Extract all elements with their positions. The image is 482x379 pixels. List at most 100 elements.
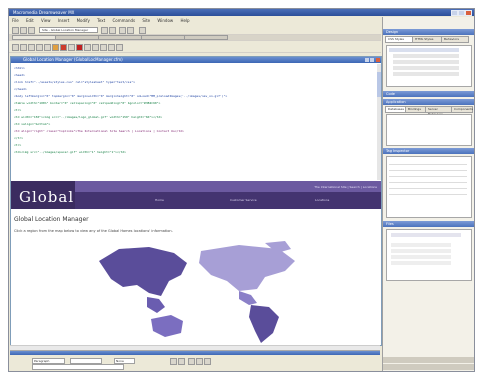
code-panel-title[interactable]: Code [383, 91, 474, 97]
flash-icon[interactable] [76, 44, 83, 51]
table-icon[interactable] [36, 44, 43, 51]
tag-inspector-panel-title[interactable]: Tag Inspector [383, 148, 474, 154]
menu-insert[interactable]: Insert [58, 18, 69, 23]
rollover-image-icon[interactable] [60, 44, 67, 51]
list-item[interactable] [389, 48, 459, 52]
files-panel-label: Files [386, 222, 394, 226]
link-field[interactable] [32, 364, 124, 370]
navbar-icon[interactable] [68, 44, 75, 51]
list-item[interactable] [391, 249, 451, 253]
list-item[interactable] [391, 261, 451, 265]
design-view[interactable]: Global The International Site | Search |… [11, 181, 381, 345]
insert-tab-common[interactable] [12, 35, 56, 40]
bold-button[interactable] [170, 358, 177, 365]
menu-modify[interactable]: Modify [77, 18, 90, 23]
files-panel-title[interactable]: Files [383, 221, 474, 227]
insert-tab-tables[interactable] [141, 35, 185, 40]
minimize-button[interactable] [451, 10, 458, 16]
tag-chooser-icon[interactable] [108, 44, 115, 51]
preview-icon[interactable] [101, 27, 108, 34]
list-item[interactable] [393, 54, 459, 58]
code-view[interactable]: <html> <head> <link href="../assets/styl… [11, 64, 377, 180]
menu-file[interactable]: File [12, 18, 19, 23]
align-right-button[interactable] [204, 358, 211, 365]
tab-server-behaviors[interactable]: Server Behaviors [425, 106, 453, 116]
nav-item-locations[interactable]: Locations [315, 198, 329, 202]
align-left-button[interactable] [188, 358, 195, 365]
design-view-button[interactable] [28, 27, 35, 34]
tab-behaviors[interactable]: Behaviors [441, 36, 469, 43]
application-panel-title[interactable]: Application [383, 99, 474, 105]
menu-site[interactable]: Site [142, 18, 150, 23]
tab-bindings[interactable]: Bindings [405, 106, 427, 113]
document-minimize-button[interactable] [365, 58, 369, 62]
site-dropdown[interactable]: Site - Global Location Manager [39, 27, 98, 33]
collapsed-panel-title[interactable] [383, 357, 474, 363]
split-view-button[interactable] [20, 27, 27, 34]
nav-item-home[interactable]: Home [155, 198, 164, 202]
tag-inspector-panel-label: Tag Inspector [386, 149, 410, 153]
list-item[interactable] [391, 243, 451, 247]
comment-icon[interactable] [100, 44, 107, 51]
menu-commands[interactable]: Commands [112, 18, 135, 23]
collapsed-panel-title[interactable] [383, 364, 474, 370]
design-panel-label: Design [386, 30, 399, 34]
media-icon[interactable] [84, 44, 91, 51]
site-top-links[interactable]: The International Site | Search | Locati… [314, 185, 377, 189]
nav-item-customer-service[interactable]: Customer Service [230, 198, 257, 202]
browser-check-icon[interactable] [139, 27, 146, 34]
document-title: Global Location Manager (GlobalLocManage… [23, 57, 123, 62]
image-icon[interactable] [52, 44, 59, 51]
tab-html-styles[interactable]: HTML Styles [412, 36, 442, 43]
anchor-icon[interactable] [28, 44, 35, 51]
menu-help[interactable]: Help [180, 18, 189, 23]
list-item[interactable] [393, 66, 459, 70]
date-icon[interactable] [92, 44, 99, 51]
refresh-icon[interactable] [109, 27, 116, 34]
tab-databases[interactable]: Databases [385, 106, 407, 113]
maximize-button[interactable] [458, 10, 465, 16]
code-line: <td valign="bottom"> [14, 122, 51, 126]
property-inspector-title [10, 351, 380, 355]
code-view-button[interactable] [12, 27, 19, 34]
layer-icon[interactable] [44, 44, 51, 51]
window-title: Macromedia Dreamweaver MX [13, 10, 75, 15]
file-management-icon[interactable] [127, 27, 134, 34]
design-panel-title[interactable]: Design [383, 29, 474, 35]
email-link-icon[interactable] [20, 44, 27, 51]
list-item[interactable] [391, 255, 451, 259]
tab-css-styles[interactable]: CSS Styles [385, 36, 413, 43]
table-row[interactable] [389, 166, 467, 171]
menu-view[interactable]: View [41, 18, 51, 23]
menu-edit[interactable]: Edit [26, 18, 34, 23]
code-line: </tr> [14, 136, 24, 140]
table-row[interactable] [389, 160, 467, 165]
tab-components[interactable]: Components [451, 106, 473, 113]
document-restore-button[interactable] [370, 58, 374, 62]
table-row[interactable] [389, 184, 467, 189]
databases-tree[interactable] [386, 114, 472, 146]
template-icon[interactable] [116, 44, 123, 51]
menu-text[interactable]: Text [97, 18, 105, 23]
menu-window[interactable]: Window [157, 18, 173, 23]
world-map[interactable] [89, 241, 309, 345]
code-line: <tr> [14, 108, 22, 112]
list-item[interactable] [393, 72, 459, 76]
hyperlink-icon[interactable] [12, 44, 19, 51]
options-icon[interactable] [119, 27, 126, 34]
align-center-button[interactable] [196, 358, 203, 365]
list-item[interactable] [393, 60, 459, 64]
insert-tab-forms[interactable] [184, 35, 228, 40]
insert-tab-text[interactable] [98, 35, 142, 40]
list-item[interactable] [391, 233, 461, 237]
code-line: <td width="150"><img src="../images/logo… [14, 115, 163, 119]
code-scroll-thumb[interactable] [377, 72, 381, 97]
document-close-button[interactable] [376, 58, 380, 62]
table-row[interactable] [389, 178, 467, 183]
menu-bar: File Edit View Insert Modify Text Comman… [9, 17, 381, 24]
close-button[interactable] [465, 10, 472, 16]
insert-tab-layout[interactable] [55, 35, 99, 40]
table-row[interactable] [389, 172, 467, 177]
table-row[interactable] [389, 190, 467, 195]
italic-button[interactable] [178, 358, 185, 365]
